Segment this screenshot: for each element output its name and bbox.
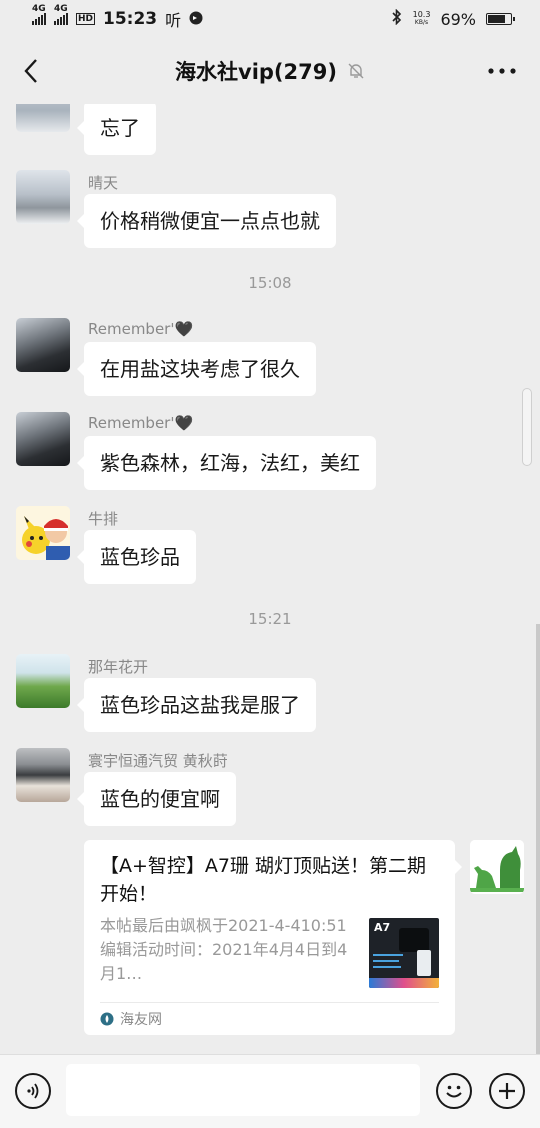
status-bar: 4G 4G HD 15:23 听 10.3 KB/s 69% (0, 0, 540, 38)
sender-name: 晴天 (88, 174, 119, 192)
message-bubble[interactable]: 蓝色的便宜啊 (77, 772, 236, 826)
battery-fill (488, 15, 505, 23)
message-bubble[interactable]: 忘了 (77, 104, 156, 155)
emoji-button[interactable] (436, 1073, 472, 1109)
sender-name: Remember'🖤 (88, 320, 194, 338)
avatar-qingtian[interactable] (16, 104, 70, 132)
app-mark: 听 (165, 11, 182, 30)
message-bubble[interactable]: 蓝色珍品这盐我是服了 (77, 678, 316, 732)
app-notification-icon (189, 10, 203, 29)
avatar-self[interactable] (470, 840, 524, 894)
signal-icon: 4G (32, 4, 46, 25)
message-bubble[interactable]: 价格稍微便宜一点点也就 (77, 194, 336, 248)
link-card-source-name: 海友网 (120, 1012, 162, 1028)
avatar-qingtian[interactable] (16, 170, 70, 224)
link-card[interactable]: 【A+智控】A7珊 瑚灯顶贴送！第二期开始！ 本帖最后由飒枫于2021-4-41… (84, 840, 462, 1035)
chat-title: 海水社vip(279) (175, 60, 337, 84)
timestamp: 15:08 (248, 274, 292, 292)
link-card-title: 【A+智控】A7珊 瑚灯顶贴送！第二期开始！ (100, 855, 427, 905)
clock: 15:23 (103, 9, 158, 29)
timestamp: 15:21 (248, 610, 292, 628)
link-card-divider (100, 1002, 439, 1003)
emoji-icon (446, 1085, 462, 1098)
sender-name: 寰宇恒通汽贸 黄秋莳 (88, 752, 228, 770)
net-speed-value: 10.3 (412, 10, 431, 19)
battery-text: 69% (440, 9, 476, 29)
avatar-niupai[interactable] (16, 506, 70, 560)
input-bar (0, 1054, 540, 1128)
message-bubble[interactable]: 蓝色珍品 (77, 530, 196, 584)
net-speed: 10.3 KB/s (413, 11, 431, 27)
hd-badge: HD (76, 13, 96, 25)
avatar-remember[interactable] (16, 412, 70, 466)
avatar-nianhuakai[interactable] (16, 654, 70, 708)
link-card-thumbnail: A7 (369, 918, 439, 988)
sender-name: 牛排 (88, 510, 119, 528)
scrollbar[interactable] (536, 624, 540, 1054)
pets-avatar-icon (470, 840, 524, 894)
plus-button[interactable] (489, 1073, 525, 1109)
bell-off-icon (348, 63, 364, 79)
more-dots-icon (488, 68, 516, 74)
avatar-huangqiushi[interactable] (16, 748, 70, 802)
link-card-description: 本帖最后由飒枫于2021-4-410:51编辑活动时间：2021年4月4日到4月… (100, 916, 348, 983)
link-card-source: 海友网 (100, 1009, 162, 1029)
voice-button[interactable] (15, 1073, 51, 1109)
network-type-2: 4G (54, 4, 68, 14)
message-bubble[interactable]: 紫色森林，红海，法红，美红 (77, 436, 376, 490)
net-speed-unit: KB/s (414, 19, 429, 26)
voice-icon (27, 1083, 39, 1099)
message-bubble[interactable]: 在用盐这块考虑了很久 (77, 342, 316, 396)
signal-icon-2: 4G (54, 4, 68, 25)
thumbnail-label: A7 (374, 921, 391, 934)
more-button[interactable] (486, 58, 518, 84)
message-list[interactable]: 忘了 晴天 价格稍微便宜一点点也就 15:08 Remember'🖤 在用盐这块… (0, 104, 540, 1054)
pikachu-avatar-icon (16, 506, 70, 560)
sender-name: 那年花开 (88, 658, 149, 676)
bluetooth-icon (391, 8, 403, 29)
plus-icon (499, 1083, 515, 1099)
sender-name: Remember'🖤 (88, 414, 194, 432)
haiyou-logo-icon (100, 1012, 114, 1026)
avatar-remember[interactable] (16, 318, 70, 372)
fast-scroll-handle[interactable] (522, 388, 532, 466)
network-type-1: 4G (32, 4, 46, 14)
message-input[interactable] (66, 1064, 420, 1116)
battery-icon (486, 13, 515, 25)
chat-header: 海水社vip(279) (0, 38, 540, 104)
